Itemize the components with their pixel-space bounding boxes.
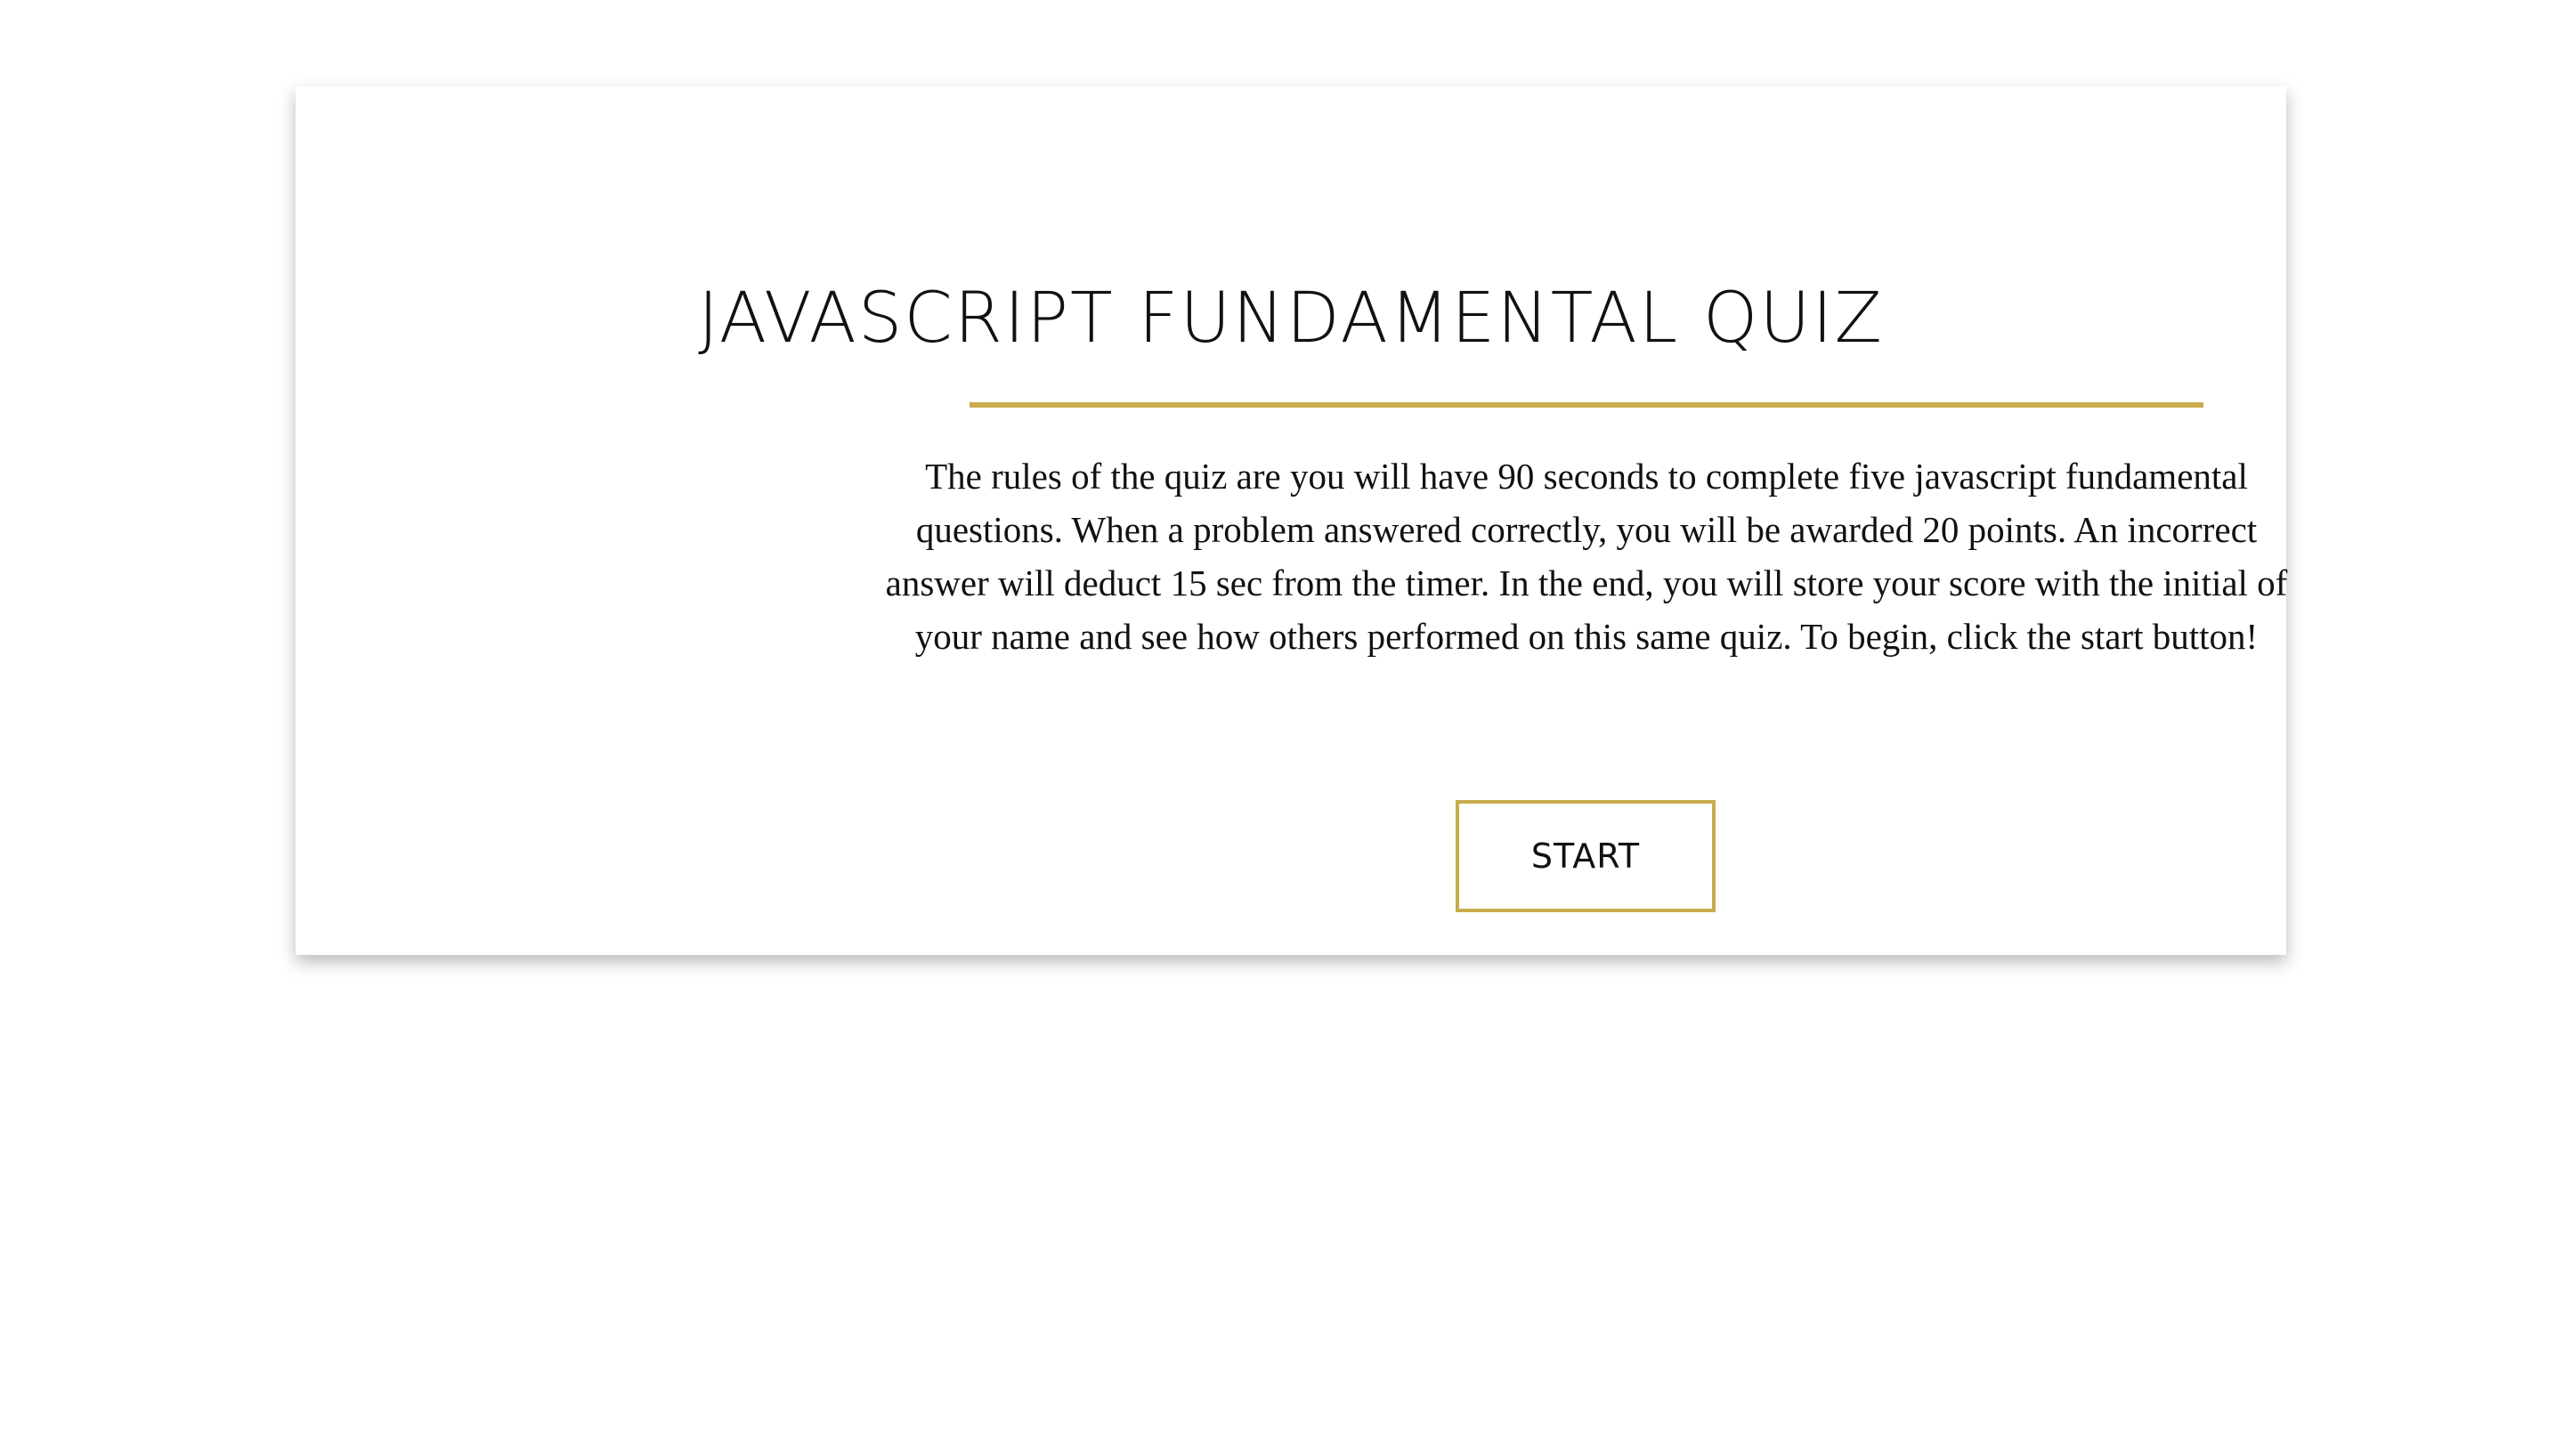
page-title: JAVASCRIPT FUNDAMENTAL QUIZ [698,279,1884,359]
start-button[interactable]: START [1456,800,1716,912]
quiz-card: JAVASCRIPT FUNDAMENTAL QUIZ The rules of… [296,86,2287,955]
quiz-rules-text: The rules of the quiz are you will have … [885,456,2288,657]
title-underline [970,402,2203,408]
